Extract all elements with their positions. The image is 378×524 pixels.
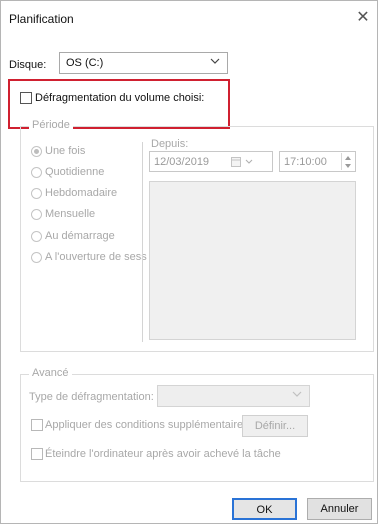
- date-value: 12/03/2019: [154, 156, 210, 168]
- chevron-up-icon: [345, 156, 351, 160]
- schedule-detail-panel: [149, 181, 356, 340]
- time-picker[interactable]: 17:10:00: [279, 151, 356, 172]
- planification-dialog: Planification ✕ Disque: OS (C:) Défragme…: [0, 0, 378, 524]
- radio-mensuelle[interactable]: [31, 209, 42, 220]
- defrag-type-select[interactable]: [157, 385, 310, 407]
- disk-select[interactable]: OS (C:): [59, 52, 228, 74]
- radio-label-une-fois: Une fois: [45, 145, 86, 157]
- advanced-legend: Avancé: [29, 367, 72, 379]
- defrag-checkbox[interactable]: [20, 92, 32, 104]
- radio-label-au-demarrage: Au démarrage: [45, 230, 115, 242]
- radio-label-ouverture-session: A l'ouverture de sess: [45, 251, 147, 263]
- radio-label-hebdomadaire: Hebdomadaire: [45, 187, 118, 199]
- define-button[interactable]: Définir...: [242, 415, 308, 437]
- time-spinner[interactable]: [341, 153, 354, 170]
- since-label: Depuis:: [151, 138, 189, 150]
- radio-quotidienne[interactable]: [31, 167, 42, 178]
- calendar-icon: [231, 157, 241, 167]
- period-legend: Période: [29, 119, 73, 131]
- chevron-down-icon: [210, 58, 220, 64]
- conditions-label: Appliquer des conditions supplémentaires…: [45, 419, 252, 431]
- shutdown-checkbox[interactable]: [31, 448, 43, 460]
- dialog-title: Planification: [9, 12, 74, 26]
- conditions-checkbox[interactable]: [31, 419, 43, 431]
- radio-hebdomadaire[interactable]: [31, 188, 42, 199]
- shutdown-label: Éteindre l'ordinateur après avoir achevé…: [45, 448, 281, 460]
- defrag-type-label: Type de défragmentation:: [29, 391, 154, 403]
- radio-au-demarrage[interactable]: [31, 231, 42, 242]
- radio-une-fois[interactable]: [31, 146, 42, 157]
- time-value: 17:10:00: [284, 156, 327, 168]
- ok-button[interactable]: OK: [232, 498, 297, 520]
- chevron-down-icon: [245, 159, 253, 164]
- disk-label: Disque:: [9, 59, 47, 71]
- radio-label-mensuelle: Mensuelle: [45, 208, 96, 220]
- date-picker[interactable]: 12/03/2019: [149, 151, 273, 172]
- period-divider: [142, 142, 143, 342]
- radio-ouverture-session[interactable]: [31, 252, 42, 263]
- close-icon[interactable]: ✕: [353, 8, 373, 28]
- radio-label-quotidienne: Quotidienne: [45, 166, 105, 178]
- defrag-label: Défragmentation du volume choisi:: [35, 92, 205, 104]
- disk-select-value: OS (C:): [66, 57, 104, 69]
- title-bar[interactable]: Planification ✕: [1, 1, 377, 37]
- cancel-button[interactable]: Annuler: [307, 498, 372, 520]
- chevron-down-icon: [345, 164, 351, 168]
- chevron-down-icon: [292, 391, 302, 397]
